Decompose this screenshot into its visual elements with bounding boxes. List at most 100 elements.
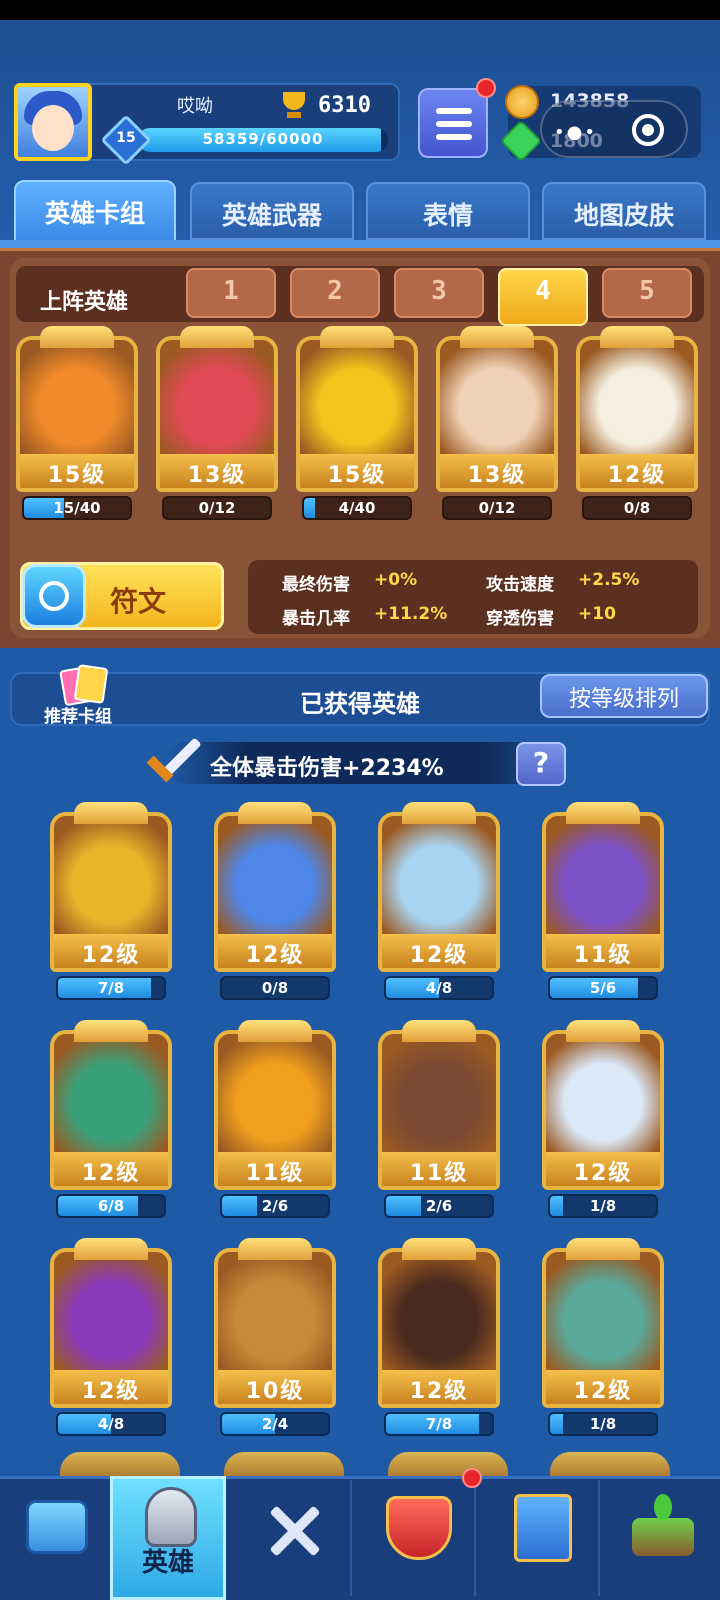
ranking-notification-dot — [462, 1468, 482, 1488]
menu-button[interactable] — [418, 88, 488, 158]
owned-hero-card[interactable]: 10级 — [214, 1248, 336, 1408]
hero-level: 11级 — [546, 934, 660, 968]
card-frame-crest — [460, 326, 534, 348]
close-target-icon[interactable] — [632, 114, 664, 146]
owned-hero-card[interactable]: 12级 — [378, 1248, 500, 1408]
lineup-hero-card[interactable]: 12级 — [576, 336, 698, 492]
tab-emotes[interactable]: 表情 — [366, 182, 530, 240]
lineup-slot-4[interactable]: 4 — [498, 268, 588, 326]
more-dots-icon[interactable]: •●• — [554, 122, 597, 143]
hero-progress-bar: 2/6 — [220, 1194, 330, 1218]
hero-level: 12级 — [580, 454, 694, 488]
tab-hero-deck[interactable]: 英雄卡组 — [14, 180, 176, 242]
sprout-leaf — [654, 1494, 672, 1520]
card-frame-crest — [402, 802, 476, 824]
card-frame-crest — [600, 326, 674, 348]
nav-ranking[interactable] — [360, 1480, 476, 1596]
hero-progress-text: 0/12 — [198, 499, 236, 517]
rune-icon[interactable] — [22, 564, 86, 628]
lineup-slot-2[interactable]: 2 — [290, 268, 380, 318]
tab-hero-weapons[interactable]: 英雄武器 — [190, 182, 354, 240]
owned-hero-card[interactable]: 12级 — [50, 1030, 172, 1190]
nav-garden[interactable] — [606, 1480, 720, 1596]
hero-progress-text: 0/8 — [623, 499, 651, 517]
sprout-island-icon — [632, 1518, 694, 1556]
hero-level: 13级 — [440, 454, 554, 488]
card-frame-crest — [238, 1020, 312, 1042]
hero-level: 15级 — [300, 454, 414, 488]
lineup-hero-card[interactable]: 13级 — [156, 336, 278, 492]
hero-progress-bar: 2/4 — [220, 1412, 330, 1436]
owned-hero-card[interactable]: 11级 — [378, 1030, 500, 1190]
hero-progress-text: 1/8 — [589, 1197, 617, 1215]
owned-hero-card[interactable]: 11级 — [214, 1030, 336, 1190]
hero-progress-bar: 2/6 — [384, 1194, 494, 1218]
owned-heroes-title: 已获得英雄 — [300, 690, 420, 718]
hero-progress-text: 5/6 — [589, 979, 617, 997]
nav-heroes[interactable]: 英雄 — [110, 1476, 226, 1600]
lineup-slot-1[interactable]: 1 — [186, 268, 276, 318]
card-frame-crest — [40, 326, 114, 348]
hero-progress-bar: 4/40 — [302, 496, 412, 520]
owned-hero-card[interactable]: 12级 — [542, 1030, 664, 1190]
card-frame-crest — [402, 1020, 476, 1042]
nav-battle[interactable] — [236, 1480, 352, 1596]
hero-level: 12级 — [546, 1370, 660, 1404]
recommended-deck-icon[interactable] — [59, 664, 112, 707]
hero-progress-text: 4/40 — [338, 499, 376, 517]
avatar[interactable] — [14, 83, 92, 161]
nav-shop[interactable] — [0, 1480, 116, 1596]
menu-notification-dot — [476, 78, 496, 98]
player-name: 哎呦 — [177, 96, 213, 117]
nav-team[interactable] — [484, 1480, 600, 1596]
help-button[interactable]: ? — [516, 742, 566, 786]
owned-hero-card[interactable]: 12级 — [50, 812, 172, 972]
hero-level: 10级 — [218, 1370, 332, 1404]
hero-level: 12级 — [382, 934, 496, 968]
hero-progress-text: 4/8 — [97, 1415, 125, 1433]
stat-label: 攻击速度 — [486, 575, 554, 595]
owned-hero-card[interactable]: 12级 — [50, 1248, 172, 1408]
crossed-swords-icon — [264, 1500, 326, 1562]
lineup-hero-card[interactable]: 13级 — [436, 336, 558, 492]
owned-hero-card[interactable]: 12级 — [378, 812, 500, 972]
hero-level: 13级 — [160, 454, 274, 488]
card-frame-crest — [238, 802, 312, 824]
tab-underline — [0, 240, 720, 248]
trophy-icon — [275, 90, 313, 120]
sword-icon — [136, 728, 202, 786]
xp-text: 58359/60000 — [202, 130, 324, 148]
sort-by-level-button[interactable]: 按等级排列 — [540, 674, 708, 718]
hero-progress-text: 1/8 — [589, 1415, 617, 1433]
card-frame-crest — [320, 326, 394, 348]
status-bar — [0, 0, 720, 20]
hero-level: 12级 — [54, 934, 168, 968]
hero-progress-bar: 6/8 — [56, 1194, 166, 1218]
nav-heroes-label: 英雄 — [141, 1548, 194, 1578]
lineup-slot-5[interactable]: 5 — [602, 268, 692, 318]
xp-bar: 58359/60000 — [138, 128, 388, 152]
lineup-slot-3[interactable]: 3 — [394, 268, 484, 318]
hero-progress-text: 7/8 — [97, 979, 125, 997]
card-frame-crest — [566, 802, 640, 824]
lineup-hero-card[interactable]: 15级 — [16, 336, 138, 492]
hero-card-partial — [388, 1452, 508, 1478]
card-frame-crest — [566, 1238, 640, 1260]
hero-progress-bar: 0/8 — [220, 976, 330, 1000]
hero-progress-text: 6/8 — [97, 1197, 125, 1215]
hero-progress-bar: 15/40 — [22, 496, 132, 520]
tab-map-skins[interactable]: 地图皮肤 — [542, 182, 706, 240]
card-frame-crest — [180, 326, 254, 348]
owned-hero-card[interactable]: 12级 — [542, 1248, 664, 1408]
lineup-title: 上阵英雄 — [40, 290, 129, 315]
hero-level: 11级 — [382, 1152, 496, 1186]
hero-progress-bar: 0/12 — [162, 496, 272, 520]
hero-progress-bar: 7/8 — [384, 1412, 494, 1436]
lineup-hero-card[interactable]: 15级 — [296, 336, 418, 492]
miniprogram-capsule[interactable]: •●• — [540, 100, 688, 158]
card-frame-crest — [74, 1238, 148, 1260]
recommended-deck-label[interactable]: 推荐卡组 — [44, 702, 112, 727]
owned-hero-card[interactable]: 12级 — [214, 812, 336, 972]
card-frame-crest — [238, 1238, 312, 1260]
owned-hero-card[interactable]: 11级 — [542, 812, 664, 972]
